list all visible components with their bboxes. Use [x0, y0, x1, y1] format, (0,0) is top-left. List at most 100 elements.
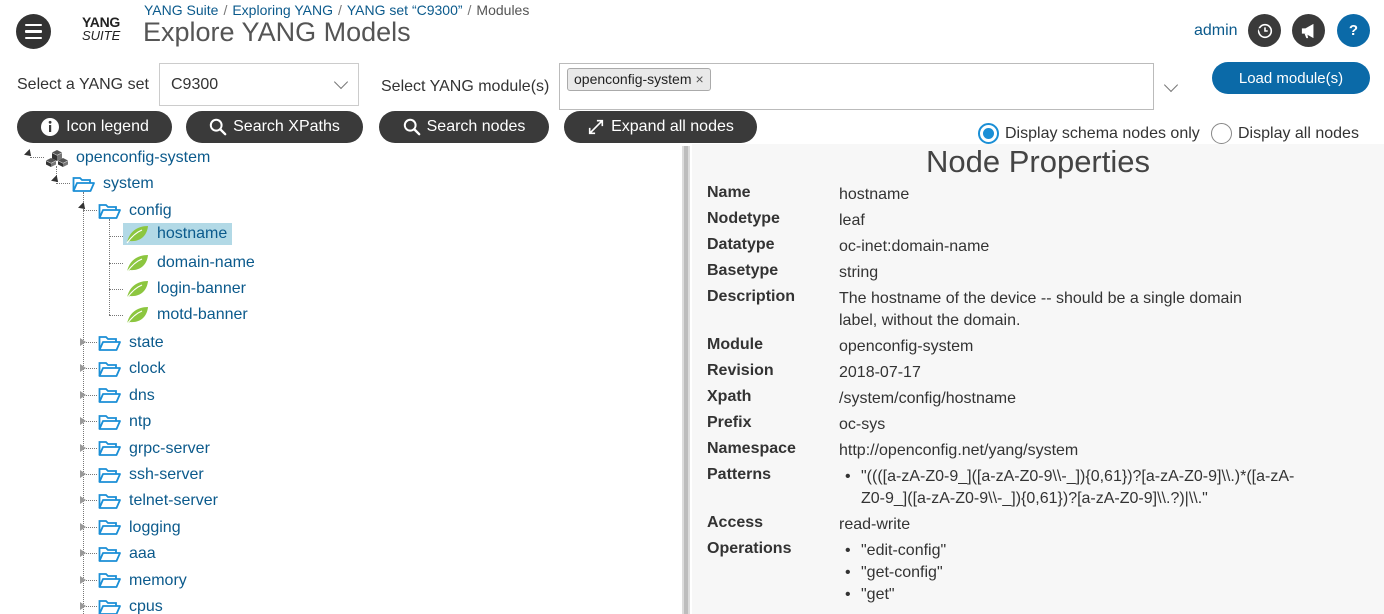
radio-all-nodes[interactable]: [1211, 123, 1232, 144]
user-menu[interactable]: admin: [1194, 22, 1238, 40]
tree-node-state[interactable]: state: [98, 332, 167, 354]
prop-value: The hostname of the device -- should be …: [839, 288, 1242, 332]
folder-open-icon: [72, 176, 95, 192]
tree-node-dns[interactable]: dns: [98, 385, 158, 407]
expand-arrow-icon[interactable]: [80, 390, 86, 399]
info-icon: [41, 118, 60, 136]
node-properties-panel: Node Properties Name hostname Nodetype l…: [692, 144, 1384, 614]
selected-module-tag: openconfig-system ×: [567, 68, 711, 91]
selected-module-name: openconfig-system: [574, 71, 692, 87]
prop-key: Patterns: [707, 466, 772, 483]
pattern-line: Z0-9_]([a-zA-Z0-9\\-_]){0,61})?[a-zA-Z0-…: [861, 490, 1208, 507]
expand-arrow-icon[interactable]: [80, 496, 86, 505]
expand-arrow-icon[interactable]: [80, 522, 86, 531]
pattern-line: "((([a-zA-Z0-9_]([a-zA-Z0-9\\-_]){0,61})…: [861, 468, 1295, 485]
expand-arrow-icon[interactable]: [80, 575, 86, 584]
pattern-item: "((([a-zA-Z0-9_]([a-zA-Z0-9\\-_]){0,61})…: [839, 466, 1294, 510]
tree-node-ssh-server[interactable]: ssh-server: [98, 464, 207, 486]
search-nodes-button[interactable]: Search nodes: [379, 111, 549, 143]
tree-node-telnet-server[interactable]: telnet-server: [98, 490, 221, 512]
leaf-icon: [126, 255, 148, 273]
expand-arrow-icon[interactable]: [80, 443, 86, 452]
tree-node-label: memory: [129, 571, 187, 589]
breadcrumb-separator: /: [223, 2, 228, 18]
tree-node-leaf-hostname[interactable]: hostname: [123, 223, 233, 245]
tree-connector: [30, 157, 44, 158]
expand-arrows-icon: [588, 119, 604, 135]
expand-arrow-icon[interactable]: [80, 470, 86, 478]
prop-value: "edit-config" "get-config" "get": [839, 540, 946, 606]
radio-schema-nodes[interactable]: [978, 123, 999, 144]
tree-node-label: ntp: [129, 413, 152, 431]
breadcrumb-yang-set[interactable]: YANG set “C9300”: [347, 2, 463, 18]
tree-node-aaa[interactable]: aaa: [98, 543, 159, 565]
load-modules-button[interactable]: Load module(s): [1212, 62, 1370, 94]
module-multiselect[interactable]: openconfig-system ×: [559, 63, 1154, 110]
help-icon: ?: [1348, 22, 1359, 39]
tree-connector: [109, 236, 123, 237]
history-button[interactable]: [1248, 14, 1281, 47]
tree-node-logging[interactable]: logging: [98, 517, 184, 539]
radio-all-label: Display all nodes: [1238, 124, 1359, 142]
tree-node-system[interactable]: system: [72, 173, 157, 195]
tree-node-module[interactable]: openconfig-system: [46, 147, 213, 169]
logo-text-yang: YANG: [82, 14, 120, 30]
folder-open-icon: [98, 203, 121, 219]
hamburger-line: [25, 36, 42, 40]
tree-node-leaf-motd-banner[interactable]: motd-banner: [125, 304, 251, 326]
radio-schema-label: Display schema nodes only: [1005, 124, 1200, 142]
tree-node-label: state: [129, 334, 164, 351]
help-button[interactable]: ?: [1337, 14, 1370, 47]
prop-value: string: [839, 264, 879, 281]
expand-arrow-icon[interactable]: [80, 549, 86, 558]
display-all-nodes-option[interactable]: Display all nodes: [1211, 123, 1359, 144]
yang-set-select[interactable]: C9300: [159, 63, 359, 106]
expand-arrow-icon[interactable]: [80, 602, 86, 610]
search-xpaths-button[interactable]: Search XPaths: [186, 111, 363, 143]
prop-value: leaf: [839, 212, 865, 229]
expand-all-nodes-button[interactable]: Expand all nodes: [564, 111, 757, 143]
breadcrumb-exploring-yang[interactable]: Exploring YANG: [232, 2, 333, 18]
prop-key: Datatype: [707, 236, 775, 253]
tree-node-label: login-banner: [157, 280, 246, 297]
expand-arrow-icon[interactable]: [80, 338, 86, 346]
prop-value: /system/config/hostname: [839, 390, 1016, 407]
hamburger-line: [25, 30, 42, 33]
announcements-button[interactable]: [1292, 14, 1325, 47]
tree-node-label: ssh-server: [129, 466, 204, 483]
hamburger-icon: [25, 23, 42, 27]
panel-splitter[interactable]: [682, 146, 690, 614]
tree-connector: [109, 315, 123, 316]
tree-node-label: domain-name: [157, 254, 255, 271]
tree-node-grpc-server[interactable]: grpc-server: [98, 438, 213, 460]
expand-arrow-icon[interactable]: [80, 364, 86, 373]
description-line: label, without the domain.: [839, 312, 1021, 329]
remove-tag-icon[interactable]: ×: [696, 71, 704, 87]
display-schema-nodes-option[interactable]: Display schema nodes only: [978, 123, 1200, 144]
expand-arrow-icon[interactable]: [80, 417, 86, 426]
module-dropdown-chevron-icon[interactable]: [1163, 77, 1179, 93]
folder-open-icon: [98, 599, 121, 614]
tree-node-ntp[interactable]: ntp: [98, 411, 154, 433]
yang-suite-logo: YANG SUITE: [82, 15, 120, 43]
folder-open-icon: [98, 361, 121, 377]
tree-node-memory[interactable]: memory: [98, 570, 190, 592]
operation-item: "edit-config": [839, 540, 946, 562]
icon-legend-button[interactable]: Icon legend: [17, 111, 172, 143]
leaf-icon: [126, 281, 148, 299]
leaf-icon: [126, 226, 148, 244]
tree-node-cpus[interactable]: cpus: [98, 596, 166, 614]
search-nodes-label: Search nodes: [426, 118, 526, 135]
tree-node-clock[interactable]: clock: [98, 358, 168, 380]
prop-value: 2018-07-17: [839, 364, 921, 381]
breadcrumb-yang-suite[interactable]: YANG Suite: [144, 2, 218, 18]
tree-connector: [109, 263, 123, 264]
prop-value: oc-sys: [839, 416, 886, 433]
tree-node-leaf-domain-name[interactable]: domain-name: [125, 252, 258, 274]
prop-key: Access: [707, 514, 764, 531]
main-menu-button[interactable]: [16, 14, 51, 49]
tree-node-leaf-login-banner[interactable]: login-banner: [125, 278, 249, 300]
tree-node-label: system: [103, 175, 154, 192]
tree-node-label: cpus: [129, 598, 163, 614]
tree-node-config[interactable]: config: [98, 200, 175, 222]
